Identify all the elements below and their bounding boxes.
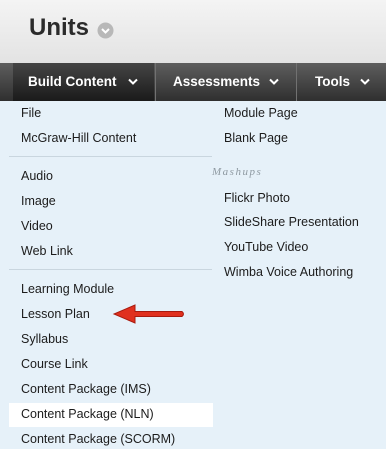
menu-item-learning-module[interactable]: Learning Module — [21, 281, 114, 297]
menu-item-module-page[interactable]: Module Page — [224, 105, 298, 121]
menu-item-mcgraw-hill-content[interactable]: McGraw-Hill Content — [21, 130, 136, 146]
menu-item-flickr-photo[interactable]: Flickr Photo — [224, 190, 290, 206]
menu-item-web-link[interactable]: Web Link — [21, 243, 73, 259]
chevron-down-icon — [360, 78, 370, 85]
menu-item-syllabus[interactable]: Syllabus — [21, 331, 68, 347]
tab-assessments[interactable]: Assessments — [155, 63, 296, 101]
red-arrow-icon — [112, 304, 184, 324]
menu-item-blank-page[interactable]: Blank Page — [224, 130, 288, 146]
course-menu-bar: Build Content Assessments Tools — [0, 63, 386, 101]
tab-tools[interactable]: Tools — [296, 63, 386, 101]
tab-label: Assessments — [173, 74, 261, 89]
menu-item-content-package-scorm[interactable]: Content Package (SCORM) — [21, 431, 175, 447]
tab-label: Tools — [315, 74, 350, 89]
menu-item-file[interactable]: File — [21, 105, 41, 121]
menu-item-lesson-plan[interactable]: Lesson Plan — [21, 306, 90, 322]
menu-item-video[interactable]: Video — [21, 218, 53, 234]
menu-item-content-package-nln[interactable]: Content Package (NLN) — [21, 406, 154, 422]
chevron-down-circle-icon[interactable] — [97, 22, 114, 39]
menu-item-course-link[interactable]: Course Link — [21, 356, 88, 372]
page-title: Units — [29, 14, 89, 41]
build-content-dropdown: File McGraw-Hill Content Audio Image Vid… — [0, 101, 386, 449]
tab-label: Build Content — [28, 74, 117, 89]
menu-item-youtube-video[interactable]: YouTube Video — [224, 239, 308, 255]
menu-item-content-package-ims[interactable]: Content Package (IMS) — [21, 381, 151, 397]
menu-item-wimba-voice-authoring[interactable]: Wimba Voice Authoring — [224, 264, 353, 280]
mashups-heading: Mashups — [212, 166, 263, 178]
page-header: Units — [0, 0, 386, 63]
menu-item-audio[interactable]: Audio — [21, 168, 53, 184]
menu-divider — [9, 156, 212, 157]
menu-divider — [9, 269, 212, 270]
chevron-down-icon — [128, 78, 138, 85]
tab-build-content[interactable]: Build Content — [13, 63, 154, 101]
menu-item-slideshare-presentation[interactable]: SlideShare Presentation — [224, 214, 359, 230]
menu-item-image[interactable]: Image — [21, 193, 56, 209]
chevron-down-icon — [269, 78, 279, 85]
